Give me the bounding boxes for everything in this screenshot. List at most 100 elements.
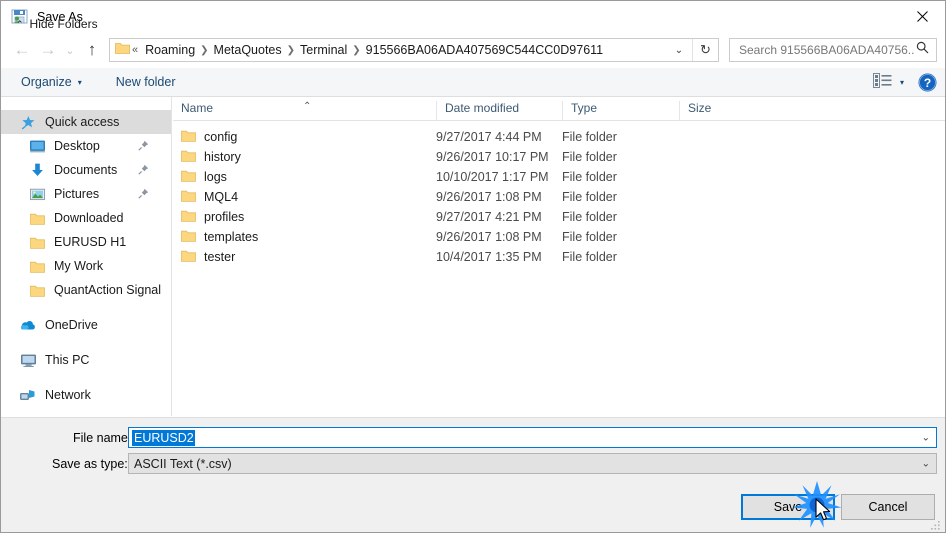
file-name-text: logs — [204, 170, 227, 184]
pin-icon[interactable] — [138, 164, 149, 178]
pin-icon[interactable] — [138, 188, 149, 202]
pin-icon[interactable] — [138, 140, 149, 154]
breadcrumb-item-instance-id[interactable]: 915566BA06ADA407569C544CC0D97611 — [363, 43, 606, 57]
table-row[interactable]: tester 10/4/2017 1:35 PM File folder — [173, 247, 945, 267]
svg-text:?: ? — [924, 76, 931, 90]
navigation-bar: ← → ⌄ ↑ « Roaming ❯ MetaQuotes ❯ Termina… — [1, 32, 945, 68]
breadcrumb-separator-icon[interactable]: ❯ — [198, 45, 210, 56]
sidebar-item-label: QuantAction Signal — [54, 283, 162, 297]
sidebar-item-this-pc[interactable]: This PC — [1, 348, 171, 372]
file-name-value[interactable]: EURUSD2 — [132, 429, 195, 446]
forward-arrow-icon: → — [39, 40, 57, 59]
search-box[interactable] — [729, 38, 937, 62]
folder-icon — [181, 149, 196, 165]
breadcrumb-separator-icon[interactable]: ❯ — [285, 45, 297, 56]
file-name-text: history — [204, 150, 241, 164]
save-button[interactable]: Save — [741, 494, 835, 520]
chevron-down-icon[interactable]: ⌄ — [922, 458, 930, 469]
help-icon[interactable]: ? — [918, 73, 937, 92]
column-header-date-modified[interactable]: Date modified — [436, 101, 562, 120]
chevron-up-icon: ⌃ — [16, 18, 24, 29]
hide-folders-button[interactable]: ⌃ Hide Folders — [16, 17, 98, 31]
column-header-name-label: Name — [181, 101, 214, 115]
back-arrow-icon: ← — [13, 40, 31, 59]
chevron-down-icon[interactable]: ⌄ — [922, 432, 930, 443]
search-input[interactable] — [737, 42, 916, 58]
sidebar-item-label: EURUSD H1 — [54, 235, 127, 249]
sidebar-group-divider — [1, 302, 171, 313]
cell-date-modified: 9/27/2017 4:44 PM — [436, 130, 542, 144]
folder-icon — [181, 249, 196, 265]
sidebar-item-quick-access[interactable]: Quick access — [1, 110, 171, 134]
folder-icon — [181, 169, 196, 185]
resize-grip-icon[interactable] — [930, 518, 942, 530]
sidebar-item-label: This PC — [45, 353, 90, 367]
sidebar-item-network[interactable]: Network — [1, 383, 171, 407]
save-button-label: Save — [773, 500, 803, 514]
sidebar-item-pictures[interactable]: Pictures — [1, 182, 171, 206]
cancel-button[interactable]: Cancel — [841, 494, 935, 520]
save-as-type-label: Save as type: — [52, 457, 128, 471]
folder-icon — [27, 212, 47, 225]
chevron-down-icon[interactable]: ▾ — [900, 78, 904, 87]
sidebar-item-quantaction-signal[interactable]: QuantAction Signal — [1, 278, 171, 302]
sidebar-item-onedrive[interactable]: OneDrive — [1, 313, 171, 337]
column-headers: Name ⌃ Date modified Type Size — [173, 97, 945, 121]
back-button[interactable]: ← — [9, 37, 35, 63]
file-name-text: templates — [204, 230, 259, 244]
sidebar-item-downloaded[interactable]: Downloaded — [1, 206, 171, 230]
sidebar-group-divider — [1, 372, 171, 383]
sidebar-item-my-work[interactable]: My Work — [1, 254, 171, 278]
up-button[interactable]: ↑ — [79, 37, 105, 63]
folder-icon — [181, 209, 196, 225]
breadcrumb-item-roaming[interactable]: Roaming — [142, 43, 198, 57]
table-row[interactable]: MQL4 9/26/2017 1:08 PM File folder — [173, 187, 945, 207]
sidebar-item-desktop[interactable]: Desktop — [1, 134, 171, 158]
cell-name: templates — [173, 229, 436, 245]
sidebar-item-documents[interactable]: Documents — [1, 158, 171, 182]
toolbar: Organize ▾ New folder ▾ ? — [1, 68, 945, 97]
cell-name: MQL4 — [173, 189, 436, 205]
save-as-type-select[interactable]: ASCII Text (*.csv) ⌄ — [128, 453, 937, 474]
close-icon[interactable] — [899, 1, 945, 32]
folder-icon — [181, 129, 196, 145]
sidebar-item-label: Desktop — [54, 139, 100, 153]
address-dropdown-icon[interactable]: ⌄ — [668, 39, 690, 61]
column-header-name[interactable]: Name ⌃ — [173, 101, 436, 120]
sidebar-item-label: Network — [45, 388, 91, 402]
cell-type: File folder — [562, 170, 617, 184]
folder-icon — [27, 236, 47, 249]
toolbar-right-group: ▾ ? — [873, 68, 937, 97]
cell-date-modified: 9/26/2017 1:08 PM — [436, 230, 542, 244]
search-icon[interactable] — [916, 41, 929, 59]
forward-button[interactable]: → — [35, 37, 61, 63]
table-row[interactable]: history 9/26/2017 10:17 PM File folder — [173, 147, 945, 167]
table-row[interactable]: logs 10/10/2017 1:17 PM File folder — [173, 167, 945, 187]
organize-button[interactable]: Organize ▾ — [15, 75, 88, 89]
column-header-type[interactable]: Type — [562, 101, 679, 120]
table-row[interactable]: config 9/27/2017 4:44 PM File folder — [173, 127, 945, 147]
breadcrumb-separator-icon[interactable]: ❯ — [350, 45, 362, 56]
cell-type: File folder — [562, 130, 617, 144]
sort-ascending-icon: ⌃ — [303, 101, 312, 112]
table-row[interactable]: profiles 9/27/2017 4:21 PM File folder — [173, 207, 945, 227]
breadcrumb-item-metaquotes[interactable]: MetaQuotes — [211, 43, 285, 57]
cell-date-modified: 10/10/2017 1:17 PM — [436, 170, 549, 184]
table-row[interactable]: templates 9/26/2017 1:08 PM File folder — [173, 227, 945, 247]
address-bar[interactable]: « Roaming ❯ MetaQuotes ❯ Terminal ❯ 9155… — [109, 38, 719, 62]
sidebar-item-eurusd-h1[interactable]: EURUSD H1 — [1, 230, 171, 254]
file-name-input[interactable]: EURUSD2 ⌄ — [128, 427, 937, 448]
cell-date-modified: 9/26/2017 10:17 PM — [436, 150, 549, 164]
cell-date-modified: 9/26/2017 1:08 PM — [436, 190, 542, 204]
cell-type: File folder — [562, 250, 617, 264]
breadcrumb-item-terminal[interactable]: Terminal — [297, 43, 350, 57]
onedrive-icon — [18, 319, 38, 331]
column-header-size-label: Size — [688, 101, 712, 115]
view-layout-icon[interactable] — [873, 72, 892, 93]
recent-locations-button[interactable]: ⌄ — [61, 37, 79, 63]
new-folder-button[interactable]: New folder — [110, 75, 182, 89]
refresh-icon[interactable]: ↻ — [692, 39, 718, 61]
column-header-size[interactable]: Size — [679, 101, 759, 120]
cancel-button-label: Cancel — [868, 500, 908, 514]
breadcrumb-overflow-icon[interactable]: « — [130, 44, 142, 56]
